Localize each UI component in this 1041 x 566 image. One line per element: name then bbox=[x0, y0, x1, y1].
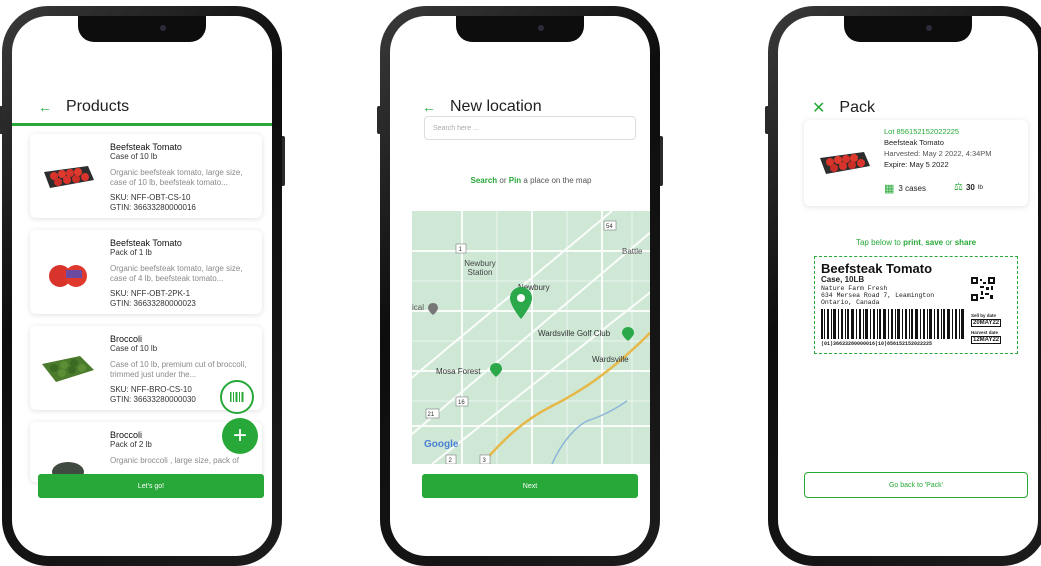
route-marker-16: 16 bbox=[458, 400, 465, 406]
shipping-label[interactable]: Beefsteak Tomato Case, 10LB Nature Farm … bbox=[814, 256, 1018, 354]
product-sku: SKU: NFF-OBT-CS-10 bbox=[110, 193, 191, 202]
map-label-ical: ical bbox=[412, 303, 425, 312]
product-gtin: GTIN: 36633280000016 bbox=[110, 203, 196, 212]
map-hint: Search or Pin a place on the map bbox=[412, 176, 650, 185]
notch bbox=[456, 16, 584, 42]
screen-products: ← Products Beefsteak Tomato Case of 10 l… bbox=[12, 16, 272, 556]
plus-icon: + bbox=[232, 422, 247, 449]
lot-number: Lot 856152152022225 bbox=[884, 127, 960, 136]
tomato-crate-image bbox=[820, 152, 870, 174]
product-desc: Organic beefsteak tomato, large size, ca… bbox=[110, 168, 243, 187]
tomato-pack-image bbox=[49, 265, 87, 287]
label-addr1: 634 Mersea Road 7, Leamington bbox=[821, 292, 935, 299]
screen-pack: ✕ Pack Lot 856152152022225 Beefsteak Tom… bbox=[778, 16, 1038, 556]
map[interactable]: 1 54 16 21 2 3 Newbury Station Newbury B… bbox=[412, 211, 650, 464]
barcode-scan-button[interactable] bbox=[220, 380, 254, 414]
page-title: Products bbox=[66, 98, 130, 115]
product-desc: Organic beefsteak tomato, large size, ca… bbox=[110, 264, 243, 283]
back-arrow-icon[interactable]: ← bbox=[422, 99, 436, 115]
map-roads: 1 54 16 21 2 3 bbox=[412, 211, 650, 464]
page-title: Pack bbox=[839, 99, 875, 116]
label-addr2: Ontario, Canada bbox=[821, 299, 880, 306]
poi-pin-icon bbox=[428, 303, 438, 315]
product-name: Beefsteak Tomato bbox=[110, 238, 182, 248]
weight-value: 30 bbox=[965, 183, 975, 192]
map-label-wardsville: Wardsville bbox=[592, 355, 629, 364]
search-input[interactable]: Search here ... bbox=[424, 116, 636, 140]
close-icon[interactable]: ✕ bbox=[812, 98, 825, 118]
map-label-golf-club: Wardsville Golf Club bbox=[538, 329, 611, 338]
product-name: Broccoli bbox=[110, 334, 143, 344]
golf-poi-icon bbox=[622, 327, 634, 341]
map-label-newbury-station: Newbury Station bbox=[464, 259, 496, 277]
weight-unit: lb bbox=[977, 184, 983, 191]
harvest-label: Harvest date bbox=[971, 330, 999, 335]
header-underline bbox=[12, 123, 272, 126]
expire-date: Expire: May 5 2022 bbox=[884, 160, 949, 169]
screen-new-location: ← New location Search here ... Search or… bbox=[390, 16, 650, 556]
product-name: Beefsteak Tomato bbox=[110, 142, 182, 152]
product-pack: Case of 10 lb bbox=[110, 344, 158, 353]
qr-code-icon bbox=[971, 277, 995, 301]
product-sku: SKU: NFF-OBT-2PK-1 bbox=[110, 289, 191, 298]
phone-pack: ✕ Pack Lot 856152152022225 Beefsteak Tom… bbox=[765, 6, 1041, 566]
route-marker-21: 21 bbox=[428, 412, 435, 418]
scale-icon: ⚖ bbox=[954, 182, 963, 193]
product-pack: Pack of 1 lb bbox=[110, 248, 152, 257]
label-case: Case, 10LB bbox=[821, 275, 865, 284]
barcode-text: (01)36633280000016(10)856152152022225 bbox=[821, 341, 933, 347]
lot-summary-card: Lot 856152152022225 Beefsteak Tomato Har… bbox=[804, 120, 1028, 206]
product-pack: Case of 10 lb bbox=[110, 152, 158, 161]
back-arrow-icon[interactable]: ← bbox=[38, 99, 52, 115]
tap-print[interactable]: print bbox=[903, 238, 921, 247]
tap-hint: Tap below to print, save or share bbox=[804, 238, 1028, 247]
tap-share[interactable]: share bbox=[955, 238, 976, 247]
hint-or: or bbox=[497, 176, 509, 185]
phone-products: ← Products Beefsteak Tomato Case of 10 l… bbox=[0, 6, 285, 566]
label-farm: Nature Farm Fresh bbox=[821, 285, 888, 292]
product-desc: Organic broccoli , large size, pack of bbox=[110, 456, 239, 465]
go-back-to-pack-button[interactable]: Go back to 'Pack' bbox=[804, 472, 1028, 498]
lets-go-button[interactable]: Let's go! bbox=[38, 474, 264, 498]
product-card[interactable]: Beefsteak Tomato Case of 10 lb Organic b… bbox=[30, 134, 262, 218]
product-desc: Case of 10 lb, premium cut of broccoli, … bbox=[110, 360, 247, 379]
barcode-icon bbox=[230, 392, 244, 402]
sell-by-date: 20MAY22 bbox=[971, 319, 1002, 327]
harvested-date: Harvested: May 2 2022, 4:34PM bbox=[884, 149, 992, 158]
map-pin-icon[interactable] bbox=[510, 287, 532, 319]
tap-save[interactable]: save bbox=[925, 238, 943, 247]
hint-pin: Pin bbox=[508, 176, 522, 185]
notch bbox=[78, 16, 206, 42]
product-gtin: GTIN: 36633280000023 bbox=[110, 299, 196, 308]
cases-count: 3 cases bbox=[898, 184, 926, 193]
search-placeholder: Search here ... bbox=[433, 124, 479, 132]
boxes-icon: ▦ bbox=[884, 183, 895, 195]
broccoli-crate-image bbox=[42, 356, 94, 382]
tap-pre: Tap below to bbox=[855, 238, 904, 247]
harvest-date: 12MAY22 bbox=[971, 336, 1002, 344]
phone-new-location: ← New location Search here ... Search or… bbox=[377, 6, 663, 566]
label-title: Beefsteak Tomato bbox=[821, 261, 933, 276]
google-logo: Google bbox=[424, 439, 459, 450]
add-product-button[interactable]: + bbox=[222, 418, 258, 454]
tomato-crate-image bbox=[44, 166, 94, 188]
tap-or: or bbox=[943, 238, 955, 247]
next-button[interactable]: Next bbox=[422, 474, 638, 498]
barcode-image bbox=[821, 309, 964, 339]
map-label-battle: Battle bbox=[622, 247, 643, 256]
product-card[interactable]: Beefsteak Tomato Pack of 1 lb Organic be… bbox=[30, 230, 262, 314]
notch bbox=[844, 16, 972, 42]
page-title: New location bbox=[450, 98, 542, 115]
hint-search: Search bbox=[470, 176, 498, 185]
map-label-mosa-forest: Mosa Forest bbox=[436, 367, 481, 376]
route-marker-54: 54 bbox=[606, 224, 613, 230]
forest-poi-icon bbox=[490, 363, 502, 377]
sell-by-label: Sell by date bbox=[971, 313, 997, 318]
hint-rest: a place on the map bbox=[521, 176, 592, 185]
lot-product: Beefsteak Tomato bbox=[884, 138, 944, 147]
